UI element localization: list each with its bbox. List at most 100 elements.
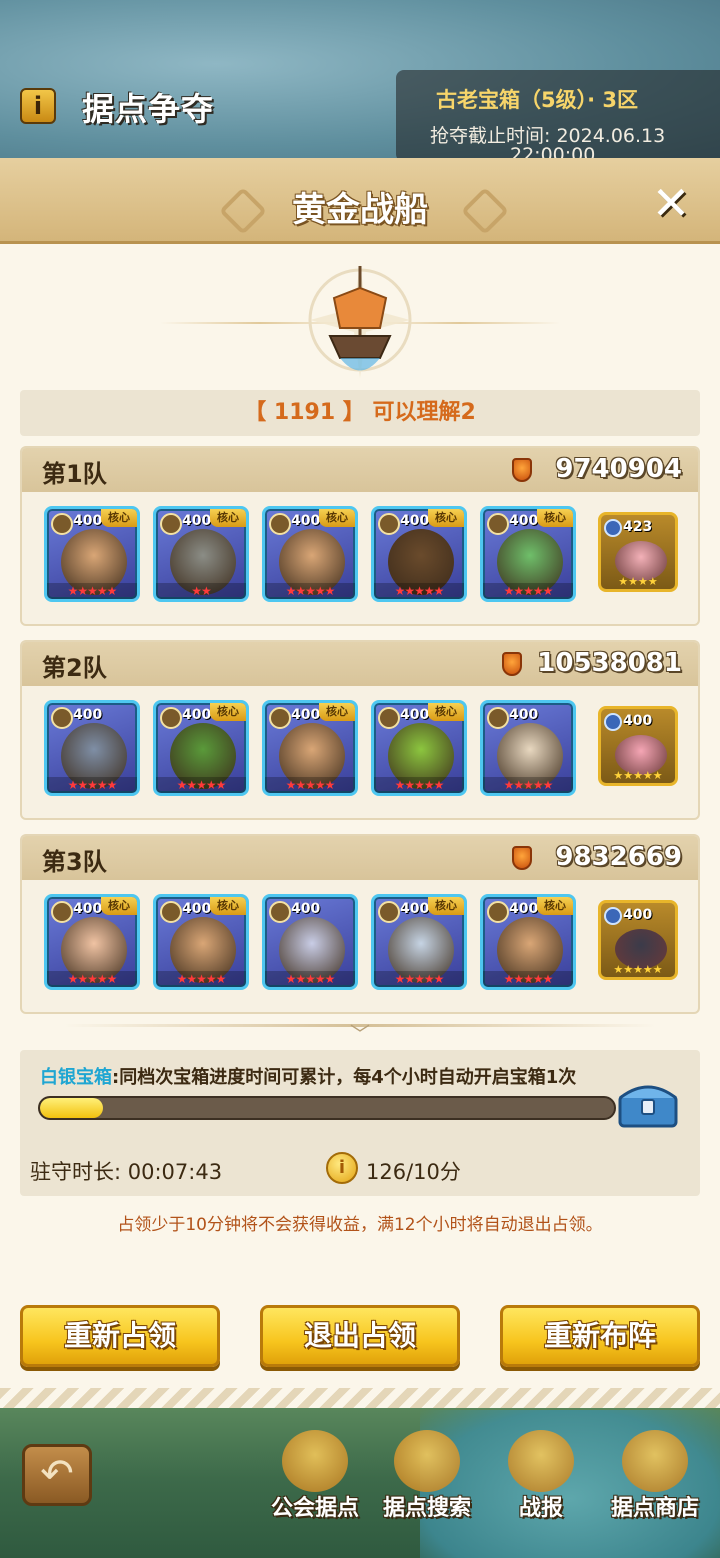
hero-stars: ★★ [156,583,246,599]
hero-card[interactable]: 400 核心 ★★★★★ [262,506,358,602]
hero-stars: ★★★★★ [156,777,246,793]
hero-card[interactable]: 400 核心 ★★★★★ [371,700,467,796]
hero-card[interactable]: 400 ★★★★★ [480,700,576,796]
hero-level: 400 [291,901,321,917]
score-rate: 126/10分 [366,1160,461,1184]
team-power: 9740904 [555,454,682,484]
pet-level: 400 [623,907,653,923]
nav-shop-label: 据点商店 [610,1496,699,1521]
hero-card[interactable]: 400 核心 ★★★★★ [44,506,140,602]
hero-stars: ★★★★★ [483,971,573,987]
guild-shield-icon [282,1430,348,1492]
nav-guild-label: 公会据点 [270,1496,359,1521]
hero-stars: ★★★★★ [374,971,464,987]
hero-class-icon [51,901,73,923]
hero-stars: ★★★★★ [483,583,573,599]
hero-card[interactable]: 400 核心 ★★★★★ [480,506,576,602]
occupier-name: 【 1191 】 可以理解2 [20,390,700,436]
hero-card[interactable]: 400 核心 ★★ [153,506,249,602]
nav-guild-stronghold[interactable]: 公会据点 [260,1430,370,1540]
core-badge: 核心 [210,897,246,915]
power-shield-icon [502,652,522,676]
core-badge: 核心 [319,509,355,527]
hero-level: 400 [291,707,321,723]
reoccupy-button[interactable]: 重新占领 [20,1305,220,1367]
hero-card[interactable]: 400 核心 ★★★★★ [44,894,140,990]
chest-rule-text: :同档次宝箱进度时间可累计，每4个小时自动开启宝箱1次 [112,1067,577,1088]
hero-card[interactable]: 400 核心 ★★★★★ [153,700,249,796]
hero-stars: ★★★★★ [265,583,355,599]
pet-stars: ★★★★ [618,575,658,588]
team-panel: 第3队 9832669 400 核心 ★★★★★ 400 核心 ★★★★★ 400 ★★★★★ 40… [20,834,700,1014]
hero-level: 400 [73,513,103,529]
chest-progress-bar [38,1096,616,1120]
hero-stars: ★★★★★ [483,777,573,793]
magnifier-icon [394,1430,460,1492]
hero-class-icon [487,901,509,923]
occupation-notice: 占领少于10分钟将不会获得收益，满12个小时将自动退出占领。 [117,1215,603,1235]
nav-stronghold-shop[interactable]: 据点商店 [600,1430,710,1540]
core-badge: 核心 [428,897,464,915]
nav-report-label: 战报 [518,1496,563,1521]
pet-element-icon [604,519,622,537]
hero-level: 400 [291,513,321,529]
core-badge: 核心 [428,509,464,527]
power-shield-icon [512,846,532,870]
hero-stars: ★★★★★ [47,583,137,599]
hero-level: 400 [73,707,103,723]
dialog-title: 黄金战船 [292,190,428,230]
team-power: 9832669 [555,842,682,872]
close-button[interactable]: ✕ [648,180,694,226]
hero-class-icon [160,707,182,729]
core-badge: 核心 [210,509,246,527]
hero-class-icon [51,707,73,729]
hero-card[interactable]: 400 ★★★★★ [44,700,140,796]
page-title: 据点争夺 [82,90,215,128]
garrison-duration: 驻守时长: 00:07:43 [30,1160,223,1184]
hero-card[interactable]: 400 核心 ★★★★★ [371,506,467,602]
coin-icon: i [326,1152,358,1184]
hero-level: 400 [509,707,539,723]
chest-progress-description: 白银宝箱:同档次宝箱进度时间可累计，每4个小时自动开启宝箱1次 [40,1063,576,1089]
hero-class-icon [487,513,509,535]
pet-card[interactable]: 423 ★★★★ [598,512,678,592]
hero-card[interactable]: 400 ★★★★★ [262,894,358,990]
chest-type-label: 白银宝箱 [40,1067,112,1088]
golden-ship-icon [308,264,412,378]
hero-stars: ★★★★★ [374,777,464,793]
team-name: 第2队 [42,654,107,682]
team-panel: 第2队 10538081 400 ★★★★★ 400 核心 ★★★★★ 400 核心 ★★★★★ 4… [20,640,700,820]
power-shield-icon [512,458,532,482]
hero-card[interactable]: 400 核心 ★★★★★ [262,700,358,796]
hero-class-icon [51,513,73,535]
hero-stars: ★★★★★ [47,777,137,793]
pet-card[interactable]: 400 ★★★★★ [598,900,678,980]
hero-card[interactable]: 400 核心 ★★★★★ [153,894,249,990]
hero-level: 400 [400,707,430,723]
info-icon[interactable]: i [20,88,56,124]
hero-class-icon [269,707,291,729]
hero-level: 400 [509,513,539,529]
team-header: 第2队 10538081 [22,642,698,686]
back-button[interactable]: ↶ [22,1444,92,1506]
hero-level: 400 [182,707,212,723]
team-panel: 第1队 9740904 400 核心 ★★★★★ 400 核心 ★★ 400 核心 ★★★★★ 400… [20,446,700,626]
core-badge: 核心 [319,703,355,721]
silver-chest-icon [618,1085,678,1128]
pet-card[interactable]: 400 ★★★★★ [598,706,678,786]
hero-card[interactable]: 400 核心 ★★★★★ [480,894,576,990]
hero-class-icon [160,901,182,923]
hero-level: 400 [73,901,103,917]
nav-battle-report[interactable]: 战报 [486,1430,596,1540]
hero-class-icon [269,901,291,923]
pet-element-icon [604,713,622,731]
hero-card[interactable]: 400 核心 ★★★★★ [371,894,467,990]
dialog-bottom-border [0,1388,720,1408]
chest-title: 古老宝箱（5级）· 3区 [436,88,639,112]
redeploy-button[interactable]: 重新布阵 [500,1305,700,1367]
nav-stronghold-search[interactable]: 据点搜索 [372,1430,482,1540]
core-badge: 核心 [101,897,137,915]
hero-stars: ★★★★★ [265,971,355,987]
exit-occupation-button[interactable]: 退出占领 [260,1305,460,1367]
hero-class-icon [378,707,400,729]
